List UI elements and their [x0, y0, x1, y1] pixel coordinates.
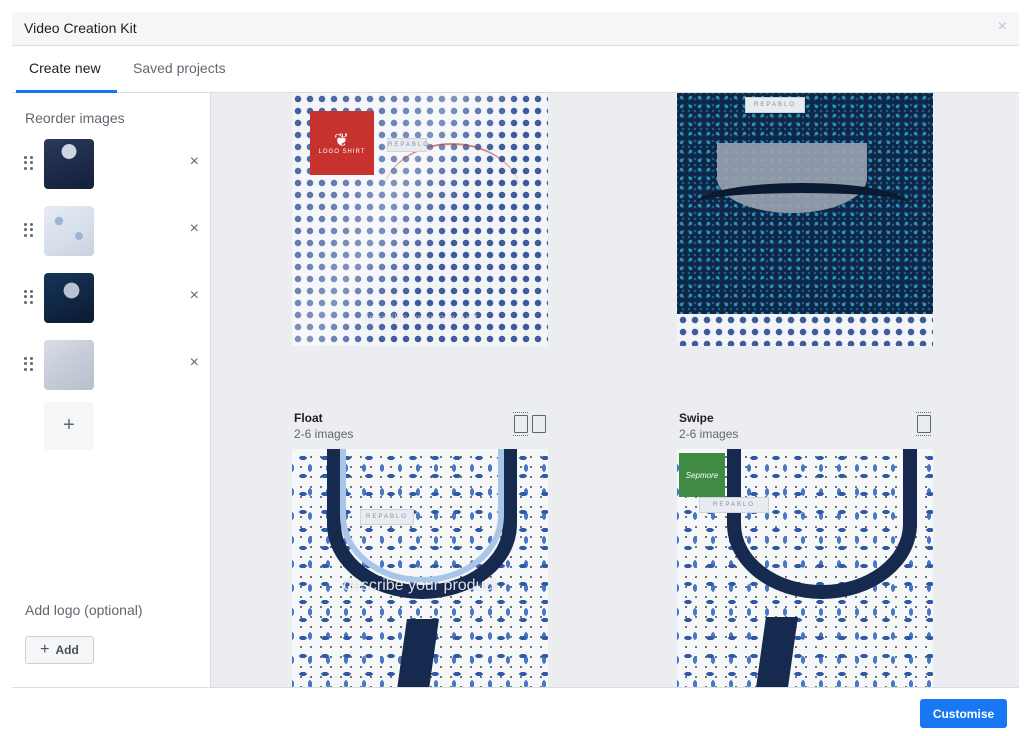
- template-preview[interactable]: REPABLO describe your product: [292, 449, 548, 687]
- template-image-count: 2-6 images: [679, 427, 739, 441]
- drag-handle-icon[interactable]: [24, 156, 34, 170]
- placket-graphic: [756, 617, 798, 687]
- template-preview[interactable]: REPABLO Sepmore: [677, 449, 933, 687]
- remove-image-icon[interactable]: ×: [190, 354, 199, 372]
- overlay-caption: describe your product: [343, 577, 497, 594]
- tab-saved-projects[interactable]: Saved projects: [133, 60, 226, 76]
- brand-tag: REPABLO: [360, 509, 414, 525]
- video-creation-kit-dialog: Video Creation Kit × Create new Saved pr…: [12, 12, 1019, 736]
- image-thumbnail: [44, 340, 94, 390]
- brand-tag: REPABLO: [387, 138, 428, 152]
- template-card-swipe[interactable]: Swipe 2-6 images REPABLO Sepmore: [677, 411, 933, 687]
- drag-handle-icon[interactable]: [24, 290, 34, 304]
- template-gallery[interactable]: REPABLO ❦ LOGO SHIRT describe your produ…: [211, 93, 1019, 687]
- collar-graphic: [382, 143, 522, 253]
- image-thumbnail: [44, 139, 94, 189]
- image-list-item: ×: [24, 340, 199, 390]
- remove-image-icon[interactable]: ×: [190, 153, 199, 171]
- image-list-item: ×: [24, 273, 199, 323]
- image-thumbnail: [44, 273, 94, 323]
- add-image-button[interactable]: +: [44, 402, 94, 450]
- template-image-count: 2-6 images: [294, 427, 354, 441]
- brand-tag: REPABLO: [699, 497, 769, 513]
- template-card-float[interactable]: Float 2-6 images REPABLO describe your p…: [292, 411, 548, 687]
- customise-button[interactable]: Customise: [920, 699, 1007, 728]
- add-logo-label: Add: [55, 643, 79, 657]
- drag-handle-icon[interactable]: [24, 357, 34, 371]
- add-logo-title: Add logo (optional): [25, 602, 143, 618]
- portrait-format-icon[interactable]: [532, 415, 546, 433]
- next-slide-strip: [677, 314, 933, 346]
- footer-divider: [12, 687, 1019, 688]
- plus-icon: +: [40, 641, 50, 658]
- tab-create-new[interactable]: Create new: [29, 60, 101, 76]
- template-card[interactable]: REPABLO: [677, 93, 933, 346]
- template-preview[interactable]: REPABLO: [677, 93, 933, 346]
- remove-image-icon[interactable]: ×: [190, 287, 199, 305]
- logo-mark-icon: ❦: [333, 130, 351, 150]
- template-card[interactable]: REPABLO ❦ LOGO SHIRT describe your produ…: [292, 93, 548, 346]
- format-icons: [513, 412, 546, 436]
- image-thumbnail: [44, 206, 94, 256]
- add-logo-button[interactable]: + Add: [25, 636, 94, 664]
- placket-graphic: [397, 619, 439, 687]
- dialog-title: Video Creation Kit: [24, 20, 137, 36]
- sidebar: Reorder images × × × × + Add logo (optio…: [12, 93, 211, 687]
- collar-graphic: [697, 183, 907, 223]
- close-icon[interactable]: ×: [998, 18, 1007, 36]
- template-name: Swipe: [679, 411, 714, 425]
- brand-tag: REPABLO: [745, 97, 805, 113]
- overlay-caption: describe your product: [362, 311, 478, 325]
- image-list-item: ×: [24, 139, 199, 189]
- format-icons: [916, 412, 931, 436]
- collar-graphic: [727, 449, 917, 599]
- drag-handle-icon[interactable]: [24, 223, 34, 237]
- template-preview[interactable]: REPABLO ❦ LOGO SHIRT describe your produ…: [292, 93, 548, 346]
- image-list-item: ×: [24, 206, 199, 256]
- story-format-icon[interactable]: [513, 412, 528, 436]
- story-format-icon[interactable]: [916, 412, 931, 436]
- dialog-header: Video Creation Kit ×: [12, 12, 1019, 46]
- remove-image-icon[interactable]: ×: [190, 220, 199, 238]
- brand-logo: Sepmore: [679, 453, 725, 497]
- brand-logo: ❦ LOGO SHIRT: [310, 111, 374, 175]
- tab-bar: Create new Saved projects: [12, 46, 1019, 93]
- reorder-images-title: Reorder images: [25, 110, 125, 126]
- template-name: Float: [294, 411, 323, 425]
